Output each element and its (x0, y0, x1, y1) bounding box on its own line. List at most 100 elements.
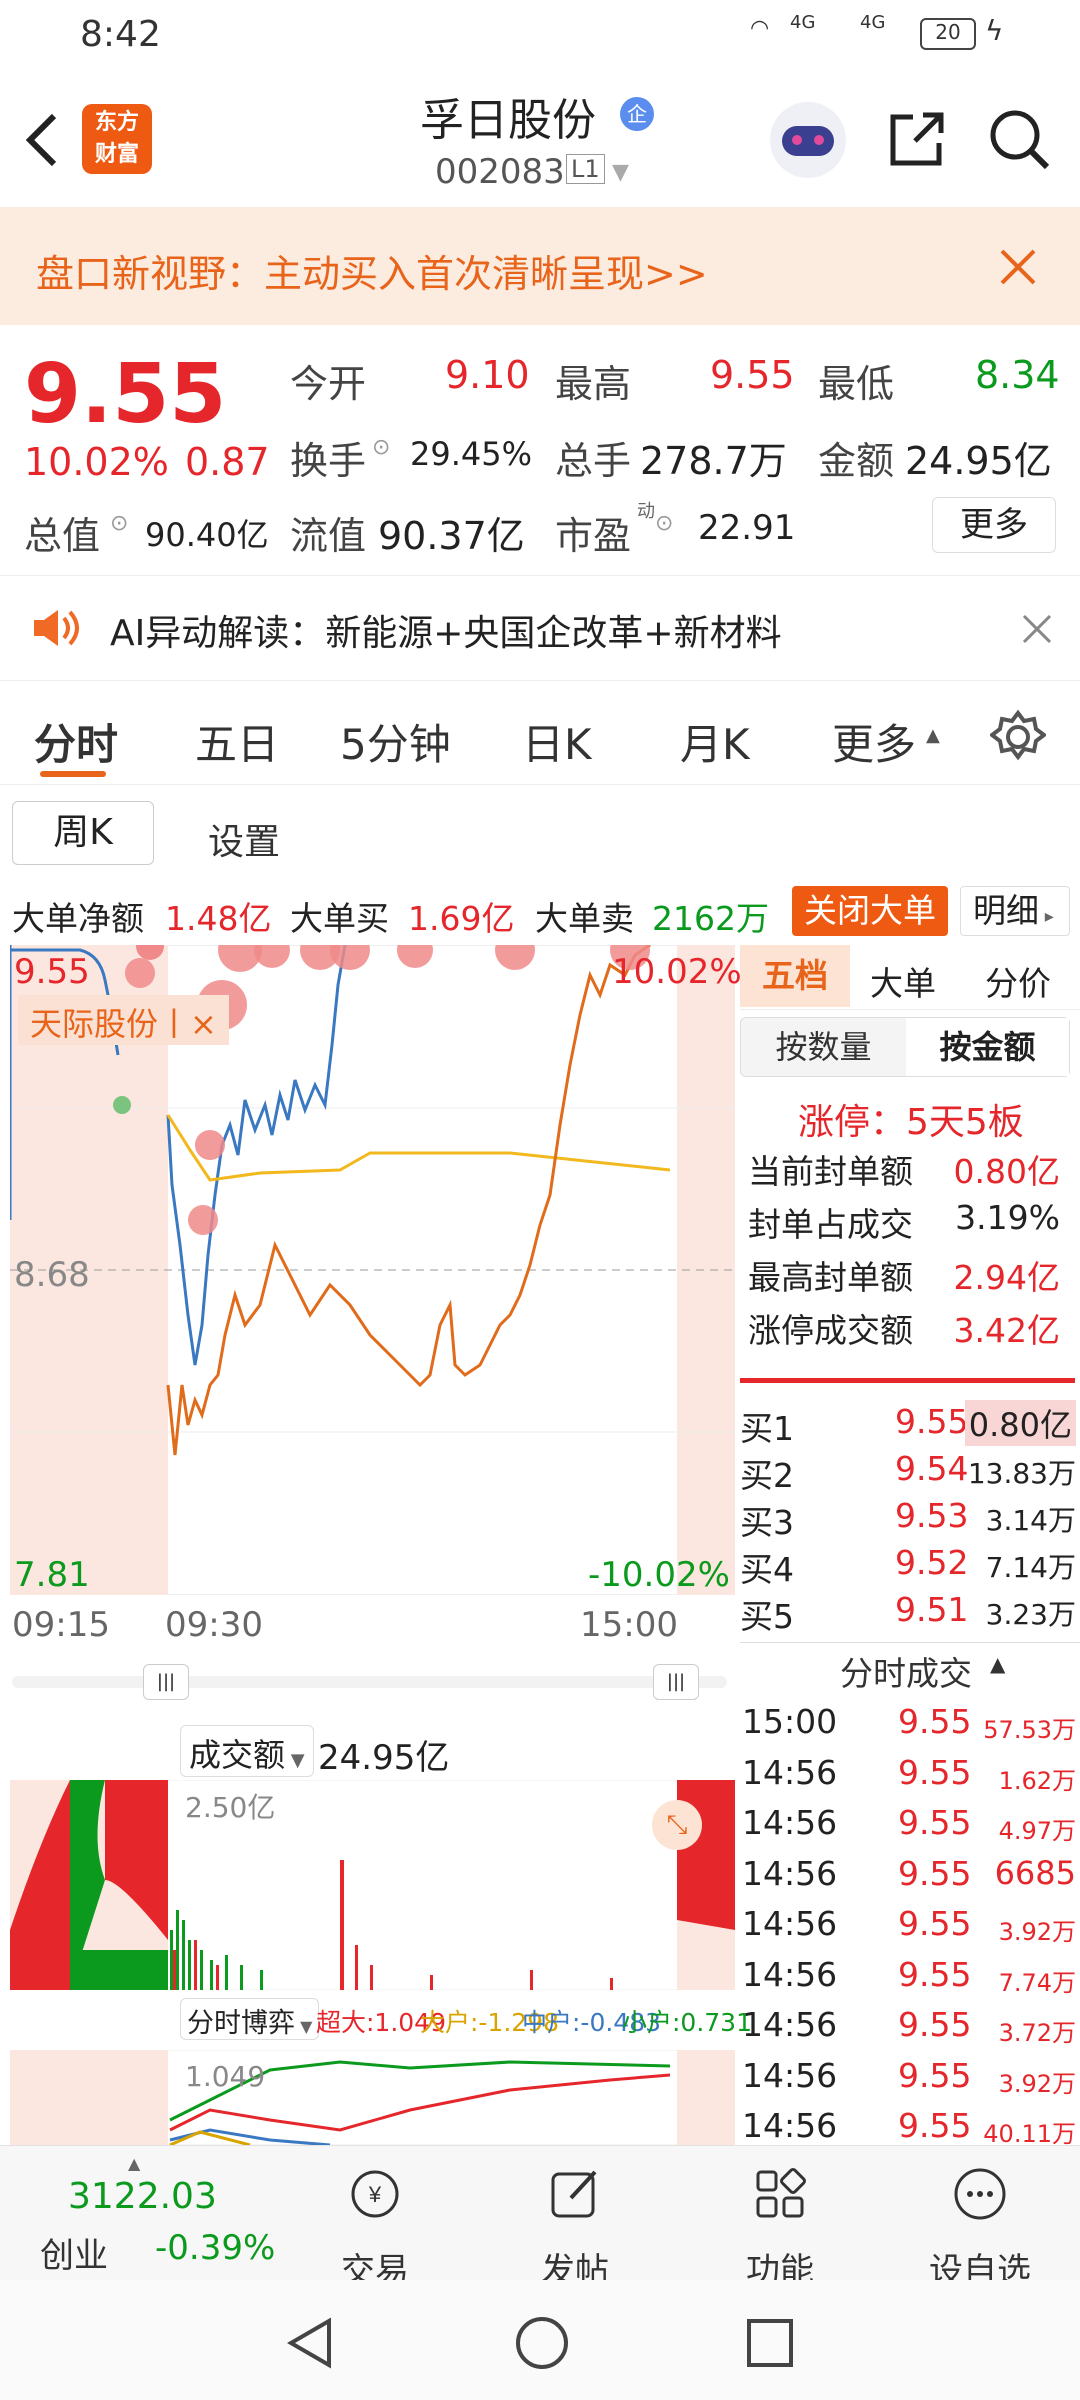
tab-big-order[interactable]: 大单 (870, 957, 936, 1005)
right-tabs: 五档 大单 分价 (740, 945, 1080, 1010)
enterprise-badge: 企 (620, 97, 654, 131)
range-slider[interactable] (12, 1676, 727, 1688)
nav-post[interactable]: 发帖 (510, 2164, 640, 2292)
by-amount-toggle[interactable]: 按金额 (906, 1018, 1069, 1076)
stat-value: 3.19% (955, 1198, 1060, 1237)
level-badge: L1 (566, 154, 605, 184)
gear-icon[interactable] (990, 709, 1046, 765)
slider-handle-left[interactable]: ||| (143, 1664, 189, 1700)
overlay-stock-tag[interactable]: 天际股份丨× (18, 995, 229, 1045)
volume-total: 24.95亿 (318, 1738, 450, 1778)
sell-label: 大单卖 (535, 899, 634, 938)
tick-row: 14:56 9.55 4.97万 (740, 1801, 1080, 1851)
tab-more[interactable]: 更多 (832, 711, 916, 772)
bid-volume: 13.83万 (967, 1457, 1076, 1490)
charging-icon: ϟ (985, 14, 1004, 47)
by-quantity-toggle[interactable]: 按数量 (741, 1018, 906, 1076)
tick-time: 14:56 (742, 2055, 838, 2095)
limit-stat-row: 涨停成交额 3.42亿 (740, 1299, 1080, 1350)
caret-up-icon-2: ▲ (990, 1652, 1006, 1676)
tab-five-day[interactable]: 五日 (195, 711, 279, 772)
stock-code[interactable]: 002083 (435, 152, 565, 192)
tab-intraday[interactable]: 分时 (34, 711, 118, 772)
search-icon[interactable] (985, 105, 1053, 173)
tick-volume: 4.97万 (998, 1817, 1076, 1845)
stock-name[interactable]: 孚日股份 (420, 84, 596, 148)
close-big-order-button[interactable]: 关闭大单 (792, 886, 948, 936)
promo-text: 盘口新视野：主动买入首次清晰呈现>> (36, 252, 708, 296)
volume-selector[interactable]: 成交额 ▼ (180, 1725, 314, 1777)
nav-trade[interactable]: ¥ 交易 (310, 2164, 440, 2292)
bid-row[interactable]: 买1 9.55 0.80亿 (740, 1400, 1080, 1450)
status-time: 8:42 (80, 14, 161, 55)
expand-icon[interactable]: ⤡ (652, 1800, 702, 1850)
ticks-title[interactable]: 分时成交 (840, 1647, 972, 1695)
recents-square-icon[interactable] (745, 2317, 795, 2369)
stat-value: 0.80亿 (953, 1152, 1060, 1191)
tick-volume: 3.92万 (998, 1918, 1076, 1946)
info-icon[interactable]: ⊙ (110, 511, 128, 536)
ai-insight-bar[interactable]: AI异动解读：新能源+央国企改革+新材料 (0, 575, 1080, 680)
close-icon[interactable] (998, 247, 1038, 287)
game-top-label: 1.049 (185, 2060, 266, 2093)
slider-handle-right[interactable]: ||| (653, 1664, 699, 1700)
info-icon-2[interactable]: ⊙ (372, 435, 390, 460)
volume-max-label: 2.50亿 (185, 1791, 276, 1824)
close-icon-2[interactable] (1022, 614, 1052, 644)
pe-label: 市盈 (555, 514, 632, 558)
tick-volume: 1.62万 (998, 1766, 1076, 1795)
chevron-down-icon[interactable]: ▼ (612, 160, 629, 185)
tick-row: 14:56 9.55 3.92万 (740, 1902, 1080, 1952)
high-label: 最高 (555, 362, 632, 406)
quote-panel: 9.55 10.02% 0.87 总值 ⊙ 90.40亿 今开 9.10 最高 … (0, 325, 1080, 575)
home-circle-icon[interactable] (514, 2315, 570, 2371)
big-order-bar: 大单净额 1.48亿 大单买 1.69亿 大单卖 2162万 关闭大单 明细 ▸ (0, 880, 1080, 940)
divider-2 (740, 1642, 1080, 1643)
info-icon-3[interactable]: ⊙ (655, 511, 673, 536)
tab-daily-k[interactable]: 日K (522, 711, 592, 772)
tab-monthly-k[interactable]: 月K (680, 711, 750, 772)
index-value[interactable]: 3122.03 (68, 2176, 217, 2217)
limit-stat-row: 当前封单额 0.80亿 (740, 1140, 1080, 1191)
time-start: 09:15 (12, 1605, 110, 1645)
detail-button[interactable]: 明细 ▸ (960, 886, 1070, 936)
bid-row[interactable]: 买3 9.53 3.14万 (740, 1494, 1080, 1544)
more-button[interactable]: 更多 (932, 497, 1056, 553)
tick-volume: 6685 (994, 1853, 1076, 1892)
ai-assistant-icon[interactable] (770, 102, 846, 178)
tick-row: 15:00 9.55 57.53万 (740, 1700, 1080, 1750)
promo-banner[interactable]: 盘口新视野：主动买入首次清晰呈现>> (0, 207, 1080, 325)
tick-price: 9.55 (898, 1803, 972, 1842)
edit-icon (551, 2170, 597, 2218)
tab-weekly-k[interactable]: 周K (12, 801, 154, 865)
change-amount: 0.87 (185, 440, 270, 484)
tick-price: 9.55 (898, 1904, 972, 1943)
app-logo[interactable]: 东方 财富 (82, 104, 152, 174)
tick-time: 14:56 (742, 2106, 838, 2145)
tab-5min[interactable]: 5分钟 (340, 711, 451, 772)
back-triangle-icon[interactable] (285, 2315, 335, 2371)
bid-volume: 3.23万 (985, 1598, 1076, 1631)
mcap-value: 90.40亿 (145, 516, 269, 554)
nav-functions[interactable]: 功能 (715, 2164, 845, 2292)
game-selector[interactable]: 分时博弈 ▼ (180, 1998, 320, 2040)
bid-row[interactable]: 买4 9.52 7.14万 (740, 1541, 1080, 1591)
order-book-panel: 五档 大单 分价 按数量 按金额 涨停：5天5板 当前封单额 0.80亿 封单占成交… (740, 945, 1080, 2148)
back-icon[interactable] (22, 110, 62, 170)
wifi-icon: ◠ (750, 16, 770, 41)
tick-price: 9.55 (898, 1752, 972, 1792)
open-value: 9.10 (445, 353, 530, 397)
bid-row[interactable]: 买5 9.51 3.23万 (740, 1588, 1080, 1638)
bid-row[interactable]: 买2 9.54 13.83万 (740, 1447, 1080, 1497)
caret-up-icon: ▲ (926, 725, 940, 746)
sell-value: 2162万 (652, 899, 769, 938)
share-icon[interactable] (885, 107, 949, 171)
volume-chart[interactable] (10, 1780, 735, 1990)
tab-price-dist[interactable]: 分价 (985, 957, 1051, 1005)
net-label: 大单净额 (12, 899, 144, 938)
tab-five-levels[interactable]: 五档 (740, 945, 850, 1007)
tick-price: 9.55 (898, 2055, 972, 2095)
game-small: 小户:0.731 (622, 2008, 752, 2037)
nav-watchlist[interactable]: 设自选 (915, 2164, 1045, 2292)
settings-link[interactable]: 设置 (208, 813, 280, 865)
